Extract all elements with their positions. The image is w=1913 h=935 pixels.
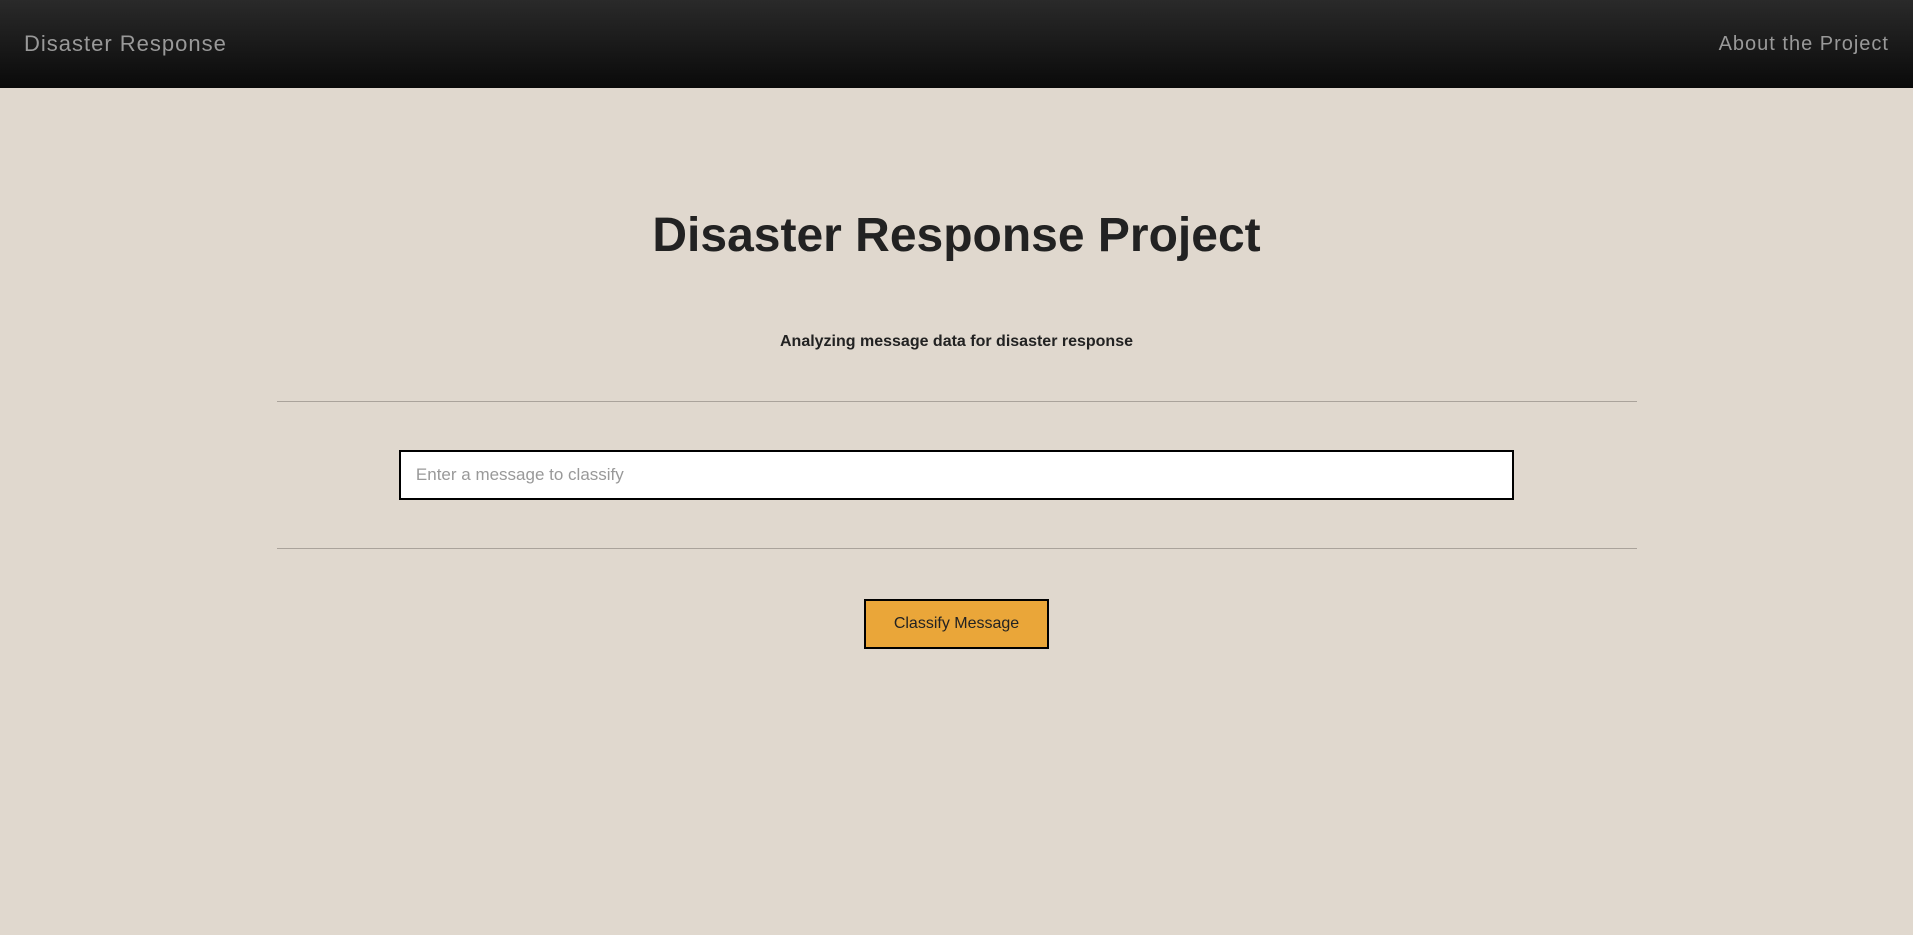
- divider-bottom: [277, 548, 1637, 549]
- about-project-link[interactable]: About the Project: [1719, 33, 1889, 56]
- page-subtitle: Analyzing message data for disaster resp…: [277, 333, 1637, 351]
- main-container: Disaster Response Project Analyzing mess…: [257, 208, 1657, 649]
- navbar-brand-link[interactable]: Disaster Response: [24, 31, 227, 57]
- classify-message-button[interactable]: Classify Message: [864, 599, 1049, 649]
- page-title: Disaster Response Project: [277, 208, 1637, 263]
- message-input[interactable]: [399, 450, 1514, 500]
- navbar: Disaster Response About the Project: [0, 0, 1913, 88]
- input-section: [277, 402, 1637, 548]
